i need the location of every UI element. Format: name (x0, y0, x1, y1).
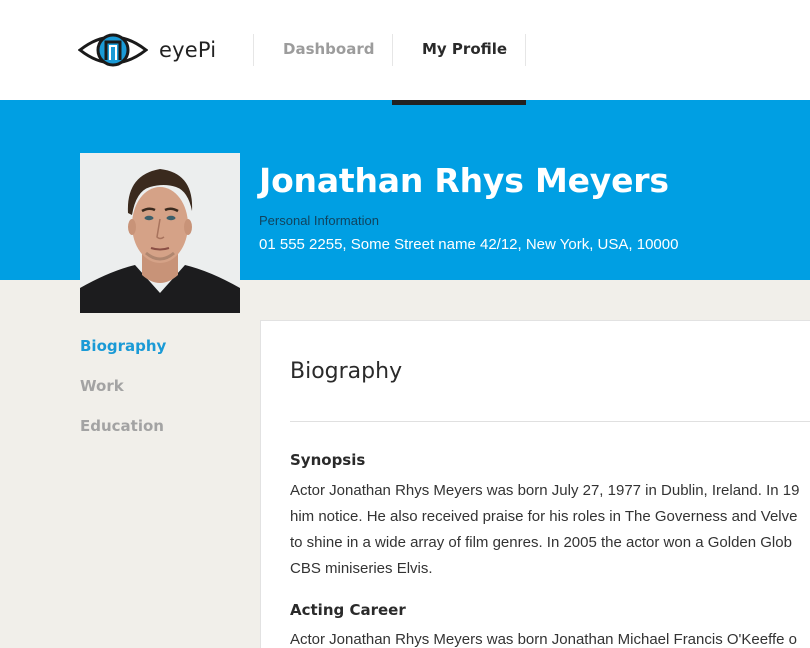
biography-card: Biography Synopsis Actor Jonathan Rhys M… (260, 320, 810, 648)
text-line: him notice. He also received praise for … (290, 508, 798, 525)
active-nav-indicator (392, 100, 526, 105)
profile-side-navigation: Biography Work Education (80, 337, 166, 457)
nav-my-profile[interactable]: My Profile (422, 40, 507, 58)
divider (290, 421, 810, 422)
logo-text: eyePi (159, 38, 217, 62)
nav-dashboard[interactable]: Dashboard (283, 40, 374, 58)
text-line: Actor Jonathan Rhys Meyers was born Jona… (290, 631, 798, 648)
sidebar-item-biography[interactable]: Biography (80, 337, 166, 377)
text-line: CBS miniseries Elvis. (290, 560, 433, 577)
section-heading-acting-career: Acting Career (290, 601, 406, 619)
sidebar-item-education[interactable]: Education (80, 417, 166, 457)
nav-divider (253, 34, 254, 66)
acting-career-text: Actor Jonathan Rhys Meyers was born Jona… (290, 627, 797, 648)
section-heading-synopsis: Synopsis (290, 451, 366, 469)
sidebar-item-work[interactable]: Work (80, 377, 166, 417)
synopsis-text: Actor Jonathan Rhys Meyers was born July… (290, 478, 799, 582)
text-line: Actor Jonathan Rhys Meyers was born July… (290, 482, 800, 499)
logo[interactable]: eyePi (78, 30, 216, 70)
personal-info-value: 01 555 2255, Some Street name 42/12, New… (259, 236, 679, 253)
nav-divider (525, 34, 526, 66)
profile-name: Jonathan Rhys Meyers (259, 161, 669, 200)
text-line: to shine in a wide array of film genres.… (290, 534, 792, 551)
personal-info-label: Personal Information (259, 213, 379, 228)
card-title: Biography (290, 359, 403, 384)
top-navigation-bar: eyePi Dashboard My Profile (0, 0, 810, 100)
eye-logo-icon (78, 33, 148, 67)
avatar (80, 153, 240, 313)
nav-divider (392, 34, 393, 66)
